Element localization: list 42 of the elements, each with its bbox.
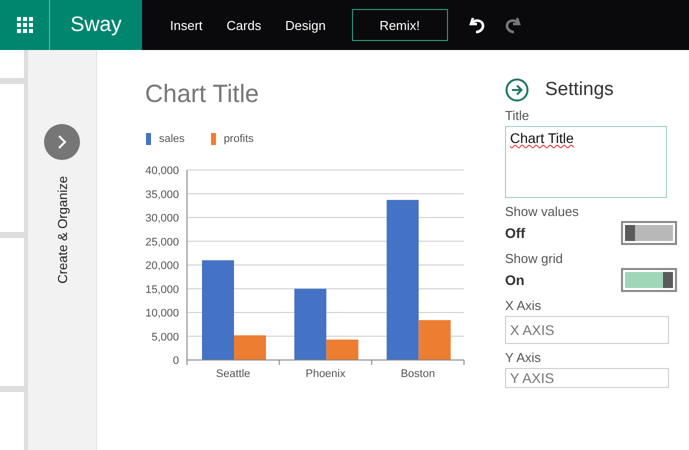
title-field[interactable]: Chart Title bbox=[505, 126, 667, 198]
menu-tab[interactable]: Cards bbox=[214, 18, 274, 32]
expand-button[interactable] bbox=[44, 124, 80, 160]
axis-tick-label: 5,000 bbox=[151, 331, 179, 344]
toggle-switch[interactable] bbox=[621, 268, 677, 292]
axis-tick-label: 15,000 bbox=[145, 284, 179, 296]
axis-tick-label: 35,000 bbox=[145, 188, 179, 201]
chart-title: Chart Title bbox=[145, 80, 260, 109]
axis-tick-label: 20,000 bbox=[145, 260, 179, 272]
field-label: Y Axis bbox=[505, 350, 542, 365]
sidebar-label[interactable]: Create & Organize bbox=[54, 176, 70, 284]
field-label: X Axis bbox=[505, 298, 542, 313]
toggle-switch[interactable] bbox=[621, 221, 677, 245]
toggle-label: Show grid bbox=[505, 251, 564, 266]
axis-tick-label: 25,000 bbox=[145, 236, 179, 248]
field-label: Title bbox=[505, 108, 530, 123]
menu-tab[interactable]: Insert bbox=[158, 18, 215, 32]
toggle-state: On bbox=[505, 272, 524, 288]
axis-tick-label: 10,000 bbox=[145, 308, 179, 320]
remix-button[interactable]: Remix! bbox=[352, 9, 448, 41]
slide-thumbnail[interactable] bbox=[0, 392, 24, 450]
arrow-circle-icon[interactable] bbox=[505, 78, 529, 102]
slide-thumbnail[interactable] bbox=[0, 84, 24, 232]
category-label: Boston bbox=[400, 368, 435, 380]
axis-tick-label: 30,000 bbox=[145, 212, 179, 224]
chevron-icon bbox=[56, 135, 68, 149]
slide-thumbnail[interactable] bbox=[0, 238, 24, 386]
toggle-label: Show values bbox=[505, 204, 580, 219]
category-label: Seattle bbox=[216, 368, 250, 380]
category-label: Phoenix bbox=[306, 368, 346, 380]
toggle-state: Off bbox=[505, 225, 526, 241]
legend-label: profits bbox=[224, 133, 254, 145]
axis-tick-label: 0 bbox=[172, 355, 179, 367]
app-name: Sway bbox=[50, 0, 142, 50]
input-field[interactable]: Y AXIS bbox=[505, 368, 669, 388]
app-launcher-icon[interactable] bbox=[0, 0, 50, 50]
menu-tab[interactable]: Design bbox=[273, 18, 338, 32]
axis-tick-label: 40,000 bbox=[145, 165, 179, 177]
legend-label: sales bbox=[159, 133, 185, 145]
slide-thumbnail[interactable] bbox=[0, 50, 24, 78]
settings-heading: Settings bbox=[545, 79, 614, 101]
input-field[interactable]: X AXIS bbox=[505, 316, 669, 344]
